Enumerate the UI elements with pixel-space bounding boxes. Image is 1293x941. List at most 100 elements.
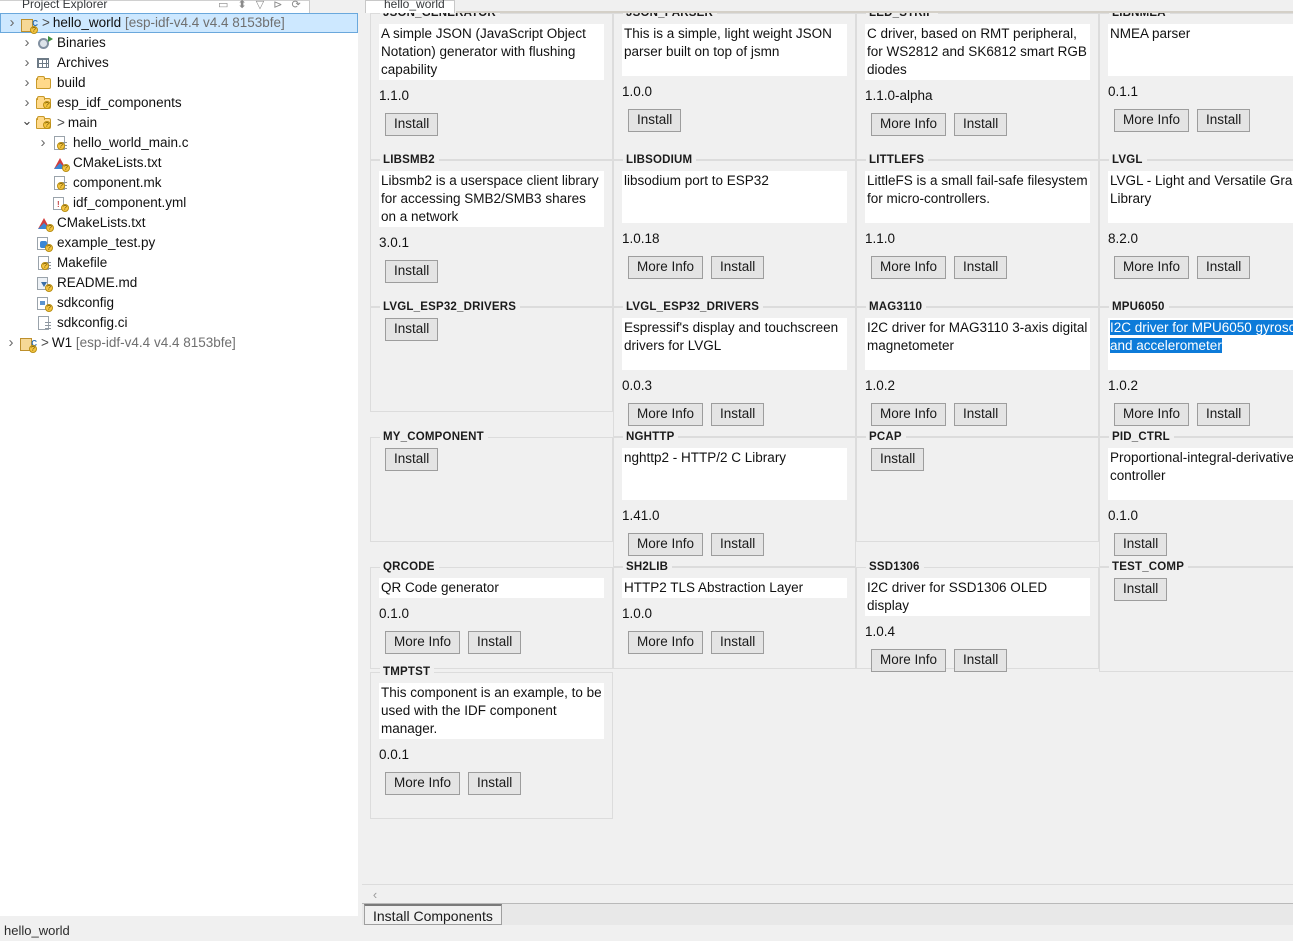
component-card-pcap[interactable]: PCAP Install bbox=[856, 431, 1099, 542]
tab-install-components[interactable]: Install Components bbox=[364, 904, 502, 925]
tree-item-hello-world-main-c[interactable]: ?hello_world_main.c bbox=[0, 133, 358, 153]
tree-expand-arrow-icon[interactable] bbox=[36, 133, 50, 155]
component-card-lvgl[interactable]: LVGL LVGL - Light and Versatile Graphics … bbox=[1099, 154, 1293, 307]
component-card-json_generator[interactable]: JSON_GENERATOR A simple JSON (JavaScript … bbox=[370, 13, 613, 160]
more-info-button[interactable]: More Info bbox=[385, 772, 461, 795]
component-card-libnmea[interactable]: LIBNMEA NMEA parser 0.1.1 More Info Install bbox=[1099, 13, 1293, 160]
more-info-button[interactable]: More Info bbox=[628, 403, 704, 426]
component-card-led_strip[interactable]: LED_STRIP C driver, based on RMT peripher… bbox=[856, 13, 1099, 160]
component-card-mag3110[interactable]: MAG3110 I2C driver for MAG3110 3-axis dig… bbox=[856, 301, 1099, 437]
install-button[interactable]: Install bbox=[468, 631, 522, 654]
tree-expand-arrow-icon[interactable] bbox=[20, 73, 34, 95]
install-button[interactable]: Install bbox=[954, 649, 1008, 672]
component-description[interactable]: NMEA parser bbox=[1108, 24, 1293, 76]
component-description[interactable]: nghttp2 - HTTP/2 C Library bbox=[622, 448, 847, 500]
tree-expand-arrow-icon[interactable] bbox=[4, 333, 18, 355]
component-description[interactable]: Proportional-integral-derivative control… bbox=[1108, 448, 1293, 500]
component-card-pid_ctrl[interactable]: PID_CTRL Proportional-integral-derivative… bbox=[1099, 431, 1293, 567]
component-description[interactable]: I2C driver for MAG3110 3-axis digital ma… bbox=[865, 318, 1090, 370]
tree-item-build[interactable]: build bbox=[0, 73, 358, 93]
tree-item-esp-idf-components[interactable]: ?esp_idf_components bbox=[0, 93, 358, 113]
install-button[interactable]: Install bbox=[1197, 403, 1251, 426]
tree-item-cmakelists-txt[interactable]: ? CMakeLists.txt bbox=[0, 213, 358, 233]
more-info-button[interactable]: More Info bbox=[1114, 256, 1190, 279]
more-info-button[interactable]: More Info bbox=[871, 403, 947, 426]
component-card-littlefs[interactable]: LITTLEFS LittleFS is a small fail-safe fi… bbox=[856, 154, 1099, 307]
more-info-button[interactable]: More Info bbox=[385, 631, 461, 654]
component-description[interactable]: Espressif's display and touchscreen driv… bbox=[622, 318, 847, 370]
component-card-libsmb2[interactable]: LIBSMB2 Libsmb2 is a userspace client lib… bbox=[370, 154, 613, 307]
component-description[interactable]: This is a simple, light weight JSON pars… bbox=[622, 24, 847, 76]
horizontal-scrollbar[interactable]: ‹ bbox=[362, 884, 1293, 903]
install-button[interactable]: Install bbox=[385, 448, 439, 471]
install-button[interactable]: Install bbox=[385, 260, 439, 283]
install-button[interactable]: Install bbox=[711, 256, 765, 279]
component-card-ssd1306[interactable]: SSD1306 I2C driver for SSD1306 OLED displ… bbox=[856, 561, 1099, 672]
install-button[interactable]: Install bbox=[954, 113, 1008, 136]
tree-item-example-test-py[interactable]: ? example_test.py bbox=[0, 233, 358, 253]
more-info-button[interactable]: More Info bbox=[628, 256, 704, 279]
tree-item-binaries[interactable]: Binaries bbox=[0, 33, 358, 53]
component-card-test_comp[interactable]: TEST_COMP Install bbox=[1099, 561, 1293, 672]
tree-item-sdkconfig[interactable]: ? sdkconfig bbox=[0, 293, 358, 313]
scrollbar-thumb[interactable] bbox=[383, 887, 1083, 902]
component-description[interactable]: A simple JSON (JavaScript Object Notatio… bbox=[379, 24, 604, 80]
install-button[interactable]: Install bbox=[954, 256, 1008, 279]
install-button[interactable]: Install bbox=[871, 448, 925, 471]
tree-item-sdkconfig-ci[interactable]: sdkconfig.ci bbox=[0, 313, 358, 333]
install-button[interactable]: Install bbox=[954, 403, 1008, 426]
component-card-sh2lib[interactable]: SH2LIB HTTP2 TLS Abstraction Layer 1.0.0 Mo… bbox=[613, 561, 856, 669]
tree-item-component-mk[interactable]: ? component.mk bbox=[0, 173, 358, 193]
scrollbar-track[interactable] bbox=[383, 887, 1291, 902]
install-button[interactable]: Install bbox=[711, 631, 765, 654]
component-description[interactable]: C driver, based on RMT peripheral, for W… bbox=[865, 24, 1090, 80]
component-description[interactable]: LVGL - Light and Versatile Graphics Libr… bbox=[1108, 171, 1293, 223]
component-card-tmptst[interactable]: TMPTST This component is an example, to b… bbox=[370, 666, 613, 819]
component-description[interactable]: LittleFS is a small fail-safe filesystem… bbox=[865, 171, 1090, 223]
component-description[interactable]: I2C driver for MPU6050 gyroscope and acc… bbox=[1108, 318, 1293, 370]
install-button[interactable]: Install bbox=[628, 109, 682, 132]
component-card-qrcode[interactable]: QRCODE QR Code generator 0.1.0 More Info Ins… bbox=[370, 561, 613, 669]
install-button[interactable]: Install bbox=[468, 772, 522, 795]
component-description[interactable]: QR Code generator bbox=[379, 578, 604, 598]
component-card-my_component[interactable]: MY_COMPONENT Install bbox=[370, 431, 613, 542]
tree-expand-arrow-icon[interactable] bbox=[20, 93, 34, 115]
tree-item-idf-component-yml[interactable]: !? idf_component.yml bbox=[0, 193, 358, 213]
component-card-mpu6050[interactable]: MPU6050 I2C driver for MPU6050 gyroscope … bbox=[1099, 301, 1293, 437]
install-button[interactable]: Install bbox=[1114, 578, 1168, 601]
tree-item-archives[interactable]: Archives bbox=[0, 53, 358, 73]
project-explorer-tree[interactable]: C?>hello_world [esp-idf-v4.4 v4.4 8153bf… bbox=[0, 13, 358, 916]
tab-editor-hello-world[interactable]: hello_world bbox=[365, 0, 455, 13]
tree-item-cmakelists-txt[interactable]: ? CMakeLists.txt bbox=[0, 153, 358, 173]
component-card-lvgl_esp32_drivers[interactable]: LVGL_ESP32_DRIVERS Install bbox=[370, 301, 613, 412]
install-button[interactable]: Install bbox=[385, 318, 439, 341]
more-info-button[interactable]: More Info bbox=[871, 256, 947, 279]
more-info-button[interactable]: More Info bbox=[871, 113, 947, 136]
component-description[interactable]: Libsmb2 is a userspace client library fo… bbox=[379, 171, 604, 227]
tab-project-explorer[interactable]: Project Explorer ▭ ⬍ ▽ ⊳ ⟳ bbox=[0, 0, 310, 13]
components-scroll-area[interactable]: More Info Install More Info Install More Inf… bbox=[362, 13, 1293, 888]
scroll-left-arrow-icon[interactable]: ‹ bbox=[367, 886, 383, 903]
component-description[interactable]: This component is an example, to be used… bbox=[379, 683, 604, 739]
component-card-nghttp[interactable]: NGHTTP nghttp2 - HTTP/2 C Library 1.41.0 Mo… bbox=[613, 431, 856, 567]
component-card-libsodium[interactable]: LIBSODIUM libsodium port to ESP32 1.0.18 Mo… bbox=[613, 154, 856, 307]
tree-expand-arrow-icon[interactable] bbox=[20, 33, 34, 55]
component-description[interactable]: libsodium port to ESP32 bbox=[622, 171, 847, 223]
install-button[interactable]: Install bbox=[711, 533, 765, 556]
tree-item-hello-world[interactable]: C?>hello_world [esp-idf-v4.4 v4.4 8153bf… bbox=[0, 13, 358, 34]
component-card-json_parser[interactable]: JSON_PARSER This is a simple, light weigh… bbox=[613, 13, 856, 160]
component-description[interactable]: I2C driver for SSD1306 OLED display bbox=[865, 578, 1090, 616]
more-info-button[interactable]: More Info bbox=[628, 533, 704, 556]
install-button[interactable]: Install bbox=[1197, 109, 1251, 132]
install-button[interactable]: Install bbox=[1114, 533, 1168, 556]
more-info-button[interactable]: More Info bbox=[1114, 403, 1190, 426]
more-info-button[interactable]: More Info bbox=[628, 631, 704, 654]
tree-collapse-arrow-icon[interactable] bbox=[20, 113, 34, 135]
component-description[interactable]: HTTP2 TLS Abstraction Layer bbox=[622, 578, 847, 598]
tree-expand-arrow-icon[interactable] bbox=[5, 14, 19, 34]
more-info-button[interactable]: More Info bbox=[871, 649, 947, 672]
install-button[interactable]: Install bbox=[1197, 256, 1251, 279]
tree-item-w1[interactable]: C?>W1 [esp-idf-v4.4 v4.4 8153bfe] bbox=[0, 333, 358, 353]
tree-item-makefile[interactable]: ? Makefile bbox=[0, 253, 358, 273]
tree-item-main[interactable]: ?>main bbox=[0, 113, 358, 133]
